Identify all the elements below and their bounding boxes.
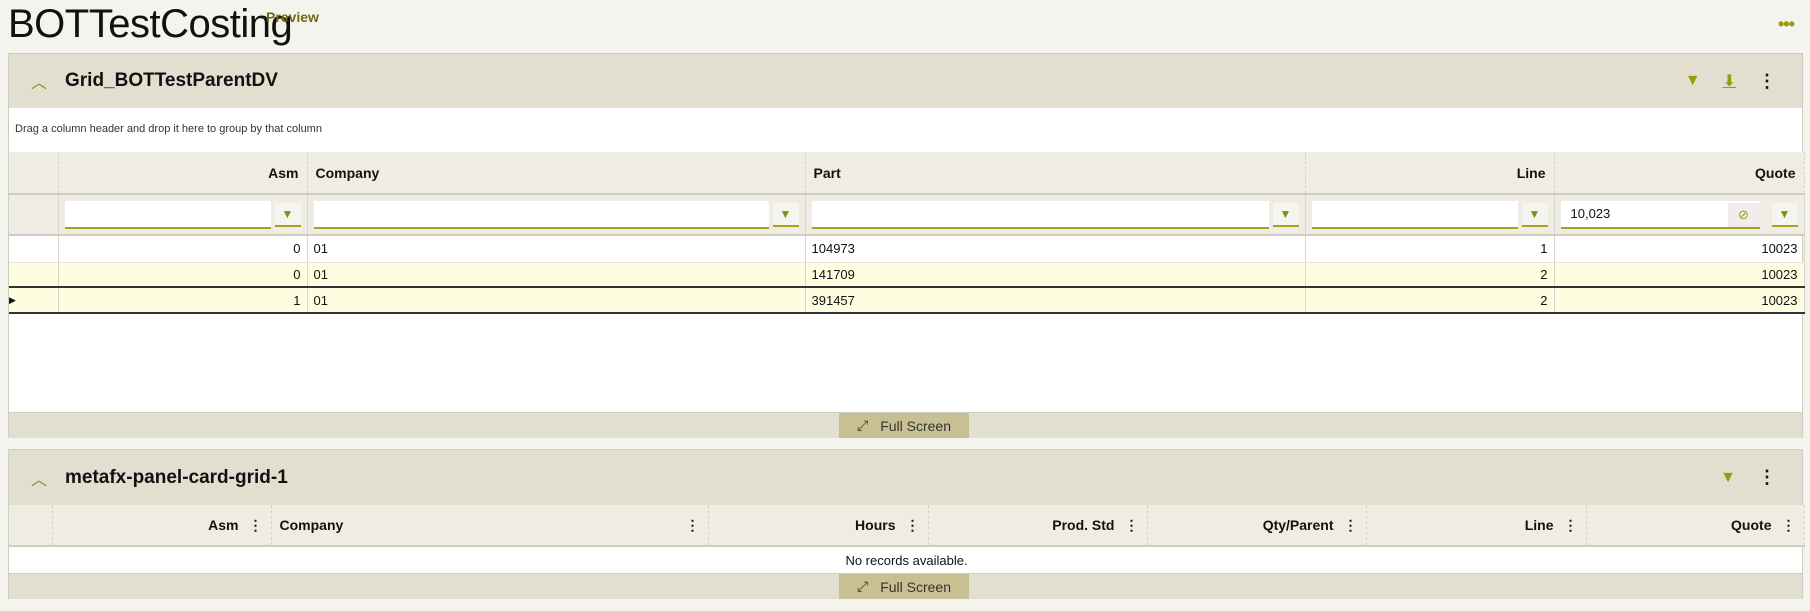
grid-panel-parent: ︿ Grid_BOTTestParentDV ▼ ⬇ ⋮ Drag a colu… (8, 53, 1805, 438)
group-drop-zone[interactable]: Drag a column header and drop it here to… (9, 108, 1802, 152)
row-selector-header (9, 152, 59, 195)
page-title: BOTTestCosting (8, 2, 293, 46)
metafx-grid: Asm ⋮ Company ⋮ Hours ⋮ Prod. Std ⋮ Qty/Pare… (9, 505, 1805, 573)
column-header-line[interactable]: Line ⋮ (1366, 505, 1587, 547)
expand-icon: ⤢ (856, 417, 869, 433)
cell-asm: 0 (58, 262, 308, 288)
column-header-quote[interactable]: Quote (1554, 152, 1805, 195)
column-header-prod-std[interactable]: Prod. Std ⋮ (928, 505, 1148, 547)
expand-icon: ⤢ (856, 578, 869, 594)
kebab-menu-icon[interactable]: ⋮ (1758, 71, 1776, 92)
cell-line: 2 (1305, 262, 1555, 288)
column-header-qty-parent[interactable]: Qty/Parent ⋮ (1147, 505, 1367, 547)
clear-filter-icon[interactable]: ⊘ (1727, 202, 1760, 227)
full-screen-label: Full Screen (880, 417, 951, 434)
panel-title: metafx-panel-card-grid-1 (65, 466, 288, 488)
column-header-part[interactable]: Part (805, 152, 1306, 195)
panel-header: ︿ metafx-panel-card-grid-1 ▼ ⋮ (9, 450, 1802, 505)
column-header-line[interactable]: Line (1305, 152, 1555, 195)
filter-icon[interactable]: ▼ (1272, 202, 1299, 227)
column-header-asm[interactable]: Asm (58, 152, 308, 195)
more-options-icon[interactable]: ••• (1778, 14, 1795, 35)
download-icon[interactable]: ⬇ (1723, 71, 1736, 91)
cell-asm: 1 (58, 286, 308, 314)
parent-grid: Asm Company Part Line Quote ▼ ▼ ▼ ▼ 10,0… (9, 152, 1805, 314)
filter-icon[interactable]: ▼ (1521, 202, 1548, 227)
cell-part: 104973 (805, 235, 1306, 263)
column-header-quote[interactable]: Quote ⋮ (1586, 505, 1805, 547)
table-row-selected[interactable]: ▶ 1 01 391457 2 10023 (9, 286, 1805, 314)
filter-input-asm[interactable] (64, 200, 271, 229)
no-records-message: No records available. (845, 552, 968, 568)
cell-quote: 10023 (1554, 286, 1805, 314)
filter-icon[interactable]: ▼ (1685, 72, 1701, 90)
collapse-chevron-icon[interactable]: ︿ (31, 69, 47, 93)
column-menu-icon[interactable]: ⋮ (1782, 517, 1796, 534)
filter-icon[interactable]: ▼ (1720, 469, 1736, 487)
row-selector-header (9, 505, 53, 547)
filter-icon[interactable]: ▼ (274, 202, 301, 227)
cell-asm: 0 (58, 235, 308, 263)
full-screen-button[interactable]: ⤢ Full Screen (839, 413, 969, 438)
column-menu-icon[interactable]: ⋮ (686, 517, 700, 534)
current-row-marker-icon: ▶ (9, 286, 59, 314)
cell-company: 01 (307, 235, 806, 263)
column-header-hours[interactable]: Hours ⋮ (708, 505, 929, 547)
cell-line: 1 (1305, 235, 1555, 263)
full-screen-button[interactable]: ⤢ Full Screen (839, 574, 969, 599)
column-menu-icon[interactable]: ⋮ (249, 517, 263, 534)
filter-input-part[interactable] (811, 200, 1269, 229)
panel-header: ︿ Grid_BOTTestParentDV ▼ ⬇ ⋮ (9, 54, 1802, 108)
cell-company: 01 (307, 286, 806, 314)
table-row[interactable]: 0 01 104973 1 10023 (9, 235, 1805, 263)
cell-quote: 10023 (1554, 262, 1805, 288)
panel-title: Grid_BOTTestParentDV (65, 70, 278, 91)
cell-quote: 10023 (1554, 235, 1805, 263)
filter-input-line[interactable] (1311, 200, 1518, 229)
column-menu-icon[interactable]: ⋮ (906, 517, 920, 534)
column-menu-icon[interactable]: ⋮ (1125, 517, 1139, 534)
filter-row-spacer (9, 194, 59, 236)
column-header-company[interactable]: Company (307, 152, 806, 195)
grid-panel-metafx: ︿ metafx-panel-card-grid-1 ▼ ⋮ Asm ⋮ Comp… (8, 449, 1805, 599)
filter-icon[interactable]: ▼ (772, 202, 799, 227)
cell-company: 01 (307, 262, 806, 288)
table-row[interactable]: 0 01 141709 2 10023 (9, 262, 1805, 288)
column-menu-icon[interactable]: ⋮ (1564, 517, 1578, 534)
filter-icon[interactable]: ▼ (1771, 202, 1798, 227)
cell-part: 141709 (805, 262, 1306, 288)
cell-line: 2 (1305, 286, 1555, 314)
filter-input-company[interactable] (313, 200, 769, 229)
column-header-asm[interactable]: Asm ⋮ (52, 505, 272, 547)
preview-badge: Preview (266, 9, 319, 25)
column-menu-icon[interactable]: ⋮ (1344, 517, 1358, 534)
full-screen-label: Full Screen (880, 578, 951, 595)
collapse-chevron-icon[interactable]: ︿ (31, 466, 47, 490)
panel-footer: ⤢ Full Screen (9, 573, 1802, 599)
column-header-company[interactable]: Company ⋮ (271, 505, 709, 547)
kebab-menu-icon[interactable]: ⋮ (1758, 467, 1776, 488)
panel-footer: ⤢ Full Screen (9, 412, 1802, 438)
cell-part: 391457 (805, 286, 1306, 314)
